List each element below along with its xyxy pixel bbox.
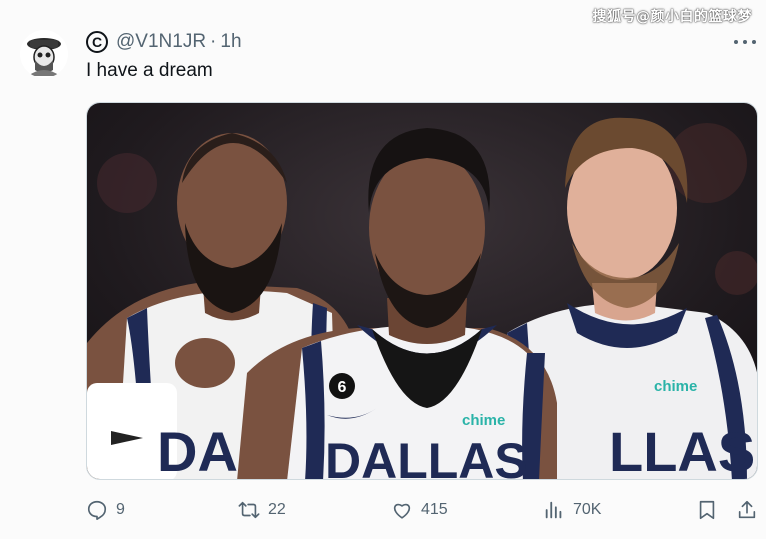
- share-icon: [738, 500, 756, 519]
- bookmark-icon: [699, 500, 715, 520]
- avatar-illustration: [20, 30, 68, 78]
- tweet-card[interactable]: 搜狐号@颜小白的篮球梦 C @V1N1JR · 1h I have a drea…: [0, 0, 766, 539]
- sponsor-text-right: chime: [654, 378, 697, 395]
- bookmark-button[interactable]: [696, 494, 718, 526]
- action-bar: 9 22 415 70K: [86, 494, 758, 526]
- analytics-icon: [545, 501, 562, 519]
- share-button[interactable]: [736, 494, 758, 526]
- user-handle[interactable]: @V1N1JR: [116, 31, 206, 53]
- reply-icon: [87, 500, 107, 520]
- heart-icon: [393, 503, 411, 519]
- reply-button[interactable]: 9: [86, 494, 125, 526]
- reply-count: 9: [116, 501, 125, 518]
- retweet-count: 22: [268, 501, 286, 518]
- like-button[interactable]: 415: [391, 494, 448, 526]
- view-count: 70K: [573, 501, 602, 518]
- tweet-photo[interactable]: DAL chime LLAS 6 chime DALLAS: [86, 102, 758, 480]
- retweet-button[interactable]: 22: [238, 494, 286, 526]
- copyright-icon: C: [86, 31, 108, 53]
- avatar[interactable]: [20, 30, 68, 78]
- jersey-text-right: LLAS: [609, 420, 755, 480]
- tweet-header: C @V1N1JR · 1h: [86, 30, 242, 54]
- timestamp[interactable]: 1h: [220, 31, 241, 53]
- views-button[interactable]: 70K: [543, 494, 601, 526]
- watermark: 搜狐号@颜小白的篮球梦: [592, 9, 752, 25]
- more-options-icon[interactable]: [734, 32, 756, 52]
- tweet-text: I have a dream: [86, 60, 213, 81]
- jersey-text-center: DALLAS: [325, 433, 528, 480]
- retweet-icon: [238, 501, 260, 519]
- separator-dot: ·: [210, 31, 217, 52]
- sponsor-text-center: chime: [462, 412, 505, 429]
- players-photo: DAL chime LLAS 6 chime DALLAS: [87, 103, 757, 480]
- jersey-number: 6: [338, 379, 347, 396]
- like-count: 415: [421, 501, 448, 518]
